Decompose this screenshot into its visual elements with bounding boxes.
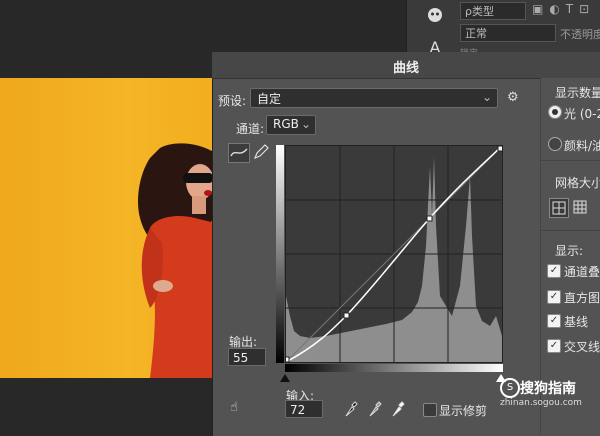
grid-large-icon[interactable] [571,198,589,216]
channel-select[interactable]: RGB ⌄ [266,115,316,135]
output-gradient-bar [276,145,284,363]
grid-size-label: 网格大小: [555,176,600,190]
baseline-label: 基线 [564,315,589,329]
sogou-logo-icon: S [500,378,520,398]
show-amount-label: 显示数量: [555,86,600,100]
show-clipping-label: 显示修剪 [439,404,488,418]
channel-label: 通道: [236,122,265,136]
eyedropper-white-icon[interactable] [391,400,405,418]
intersection-checkbox[interactable]: ✓ [547,339,561,353]
intersection-label: 交叉线 [564,340,600,354]
channel-overlay-checkbox[interactable]: ✓ [547,264,561,278]
layer-filter-icons[interactable]: ▣◐T⊡ [532,2,600,20]
document-photo[interactable] [0,78,215,378]
preset-select[interactable]: 自定 ⌄ [250,88,498,108]
curve-point-shadow [343,312,350,319]
curve-point-white [497,146,502,152]
watermark-brand: 搜狗指南 [520,381,576,397]
eyedropper-gray-icon[interactable] [368,400,382,418]
divider [540,160,600,161]
gear-icon[interactable]: ⚙ [507,90,519,105]
watermark-url: zhinan.sogou.com [500,398,582,408]
preset-label: 预设: [218,94,247,108]
pigment-radio[interactable] [548,137,562,151]
pigment-label: 颜料/油 [564,139,600,153]
layer-filter-select[interactable]: ρ类型 [460,2,526,20]
chevron-down-icon: ⌄ [481,90,492,104]
light-radio[interactable] [548,105,562,119]
channel-value: RGB [273,117,299,131]
input-field[interactable]: 72 [285,400,323,418]
histogram-checkbox[interactable]: ✓ [547,290,561,304]
curve-mode-icon[interactable] [228,143,250,163]
curve-point-black [286,356,290,362]
eyedropper-black-icon[interactable] [344,400,358,418]
mascot-icon[interactable] [425,5,445,25]
blend-mode-select[interactable]: 正常 [460,24,556,42]
preset-value: 自定 [257,92,282,106]
target-adjust-icon[interactable]: ☝ [230,400,248,418]
baseline-checkbox[interactable]: ✓ [547,314,561,328]
output-field[interactable]: 55 [228,348,266,366]
black-point-slider[interactable] [280,374,290,382]
curve-point-highlight [426,215,433,222]
channel-overlay-label: 通道叠加 [564,265,600,279]
input-gradient-bar [285,364,503,372]
watermark: S 搜狗指南 zhinan.sogou.com [500,376,600,416]
chevron-down-icon: ⌄ [300,117,311,131]
grid-small-icon[interactable] [549,198,569,218]
woman-image [138,143,215,378]
pencil-icon[interactable] [252,143,270,161]
show-clipping-checkbox[interactable] [423,403,437,417]
light-label: 光 (0-2 [564,107,600,121]
histogram-label: 直方图 [564,291,600,305]
show-label: 显示: [555,244,584,258]
curves-graph[interactable] [285,145,503,363]
divider [540,230,600,231]
opacity-label: 不透明度 [560,28,600,41]
dialog-title: 曲线 [392,61,419,76]
